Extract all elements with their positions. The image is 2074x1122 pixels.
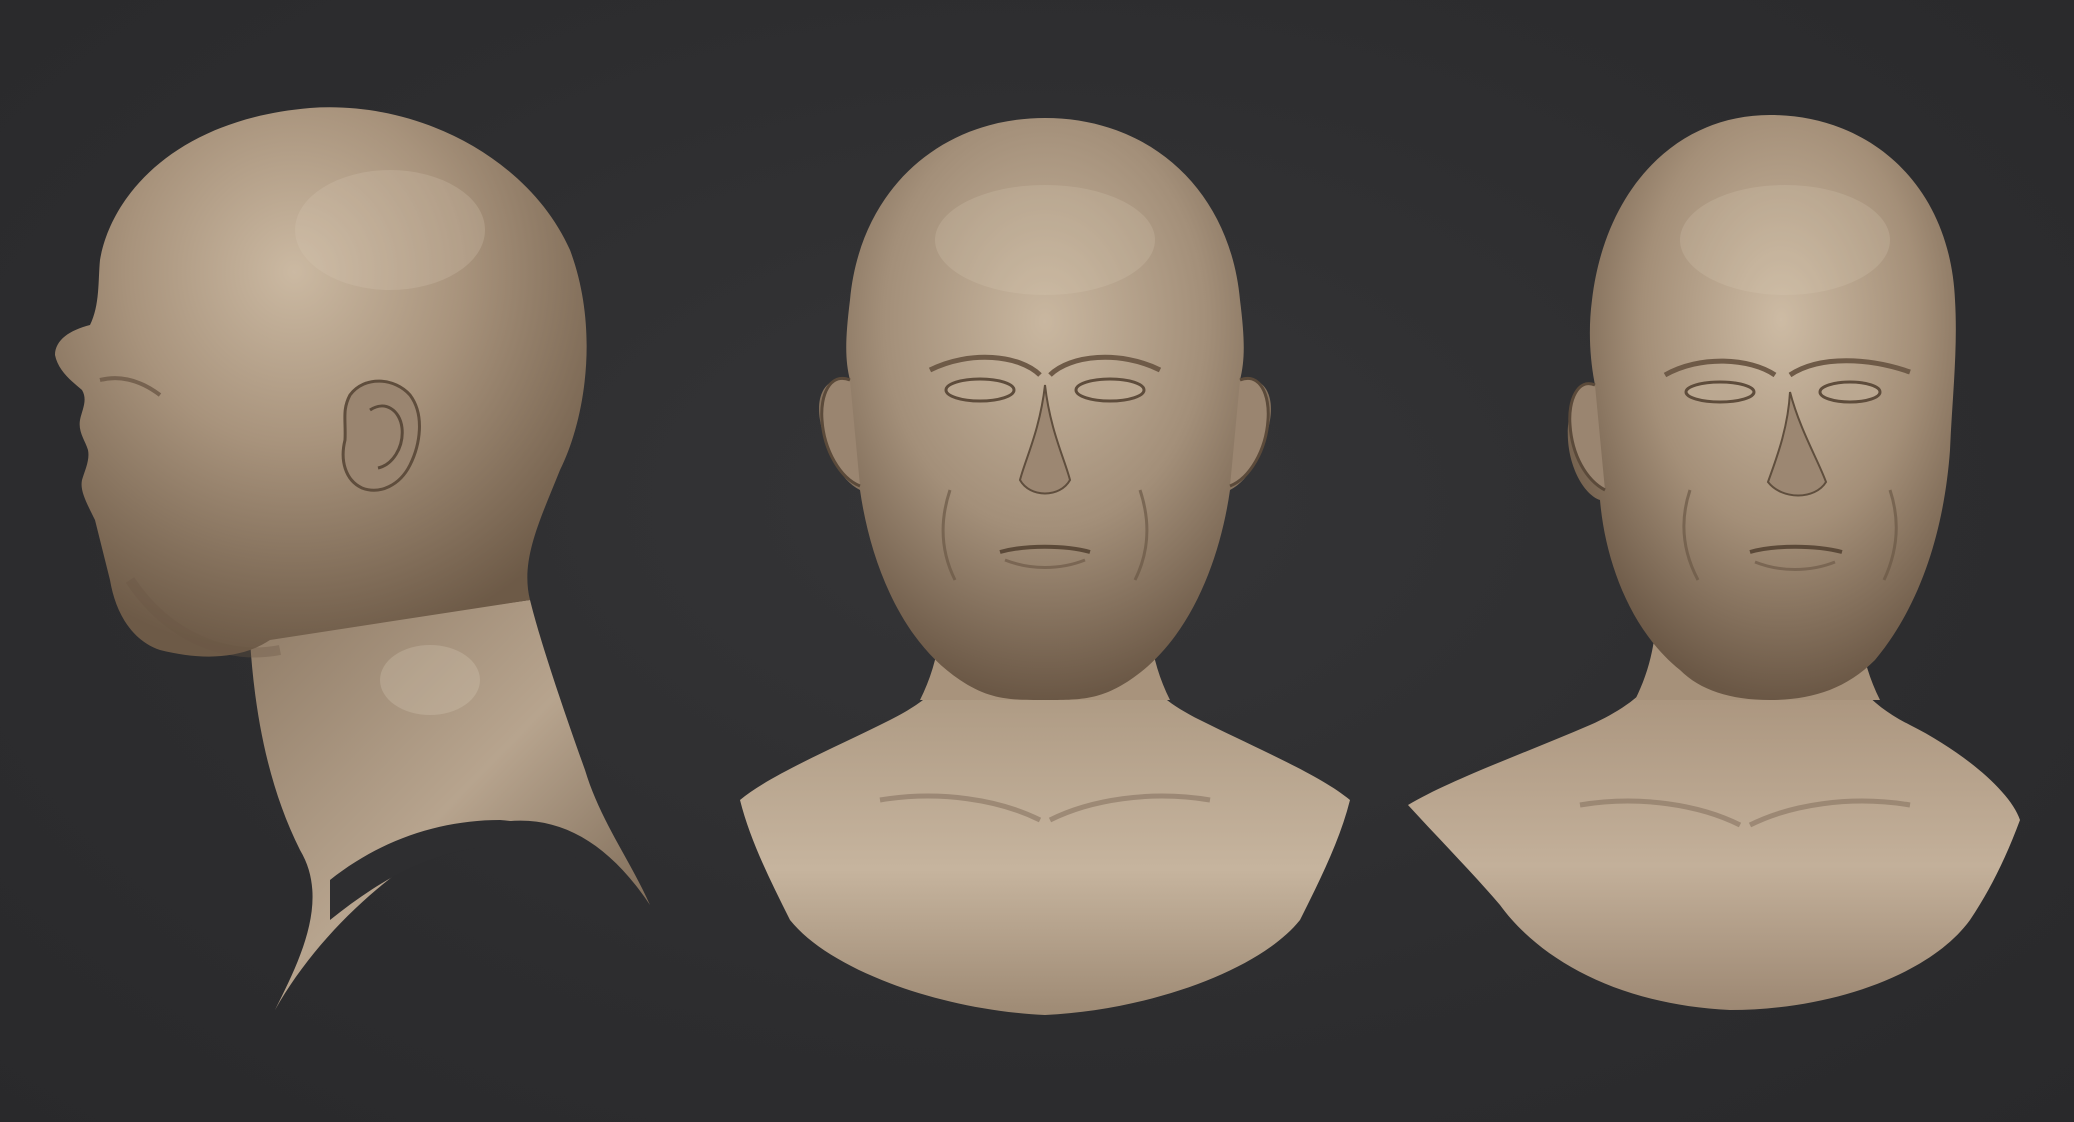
three-quarter-view <box>1390 0 2074 1122</box>
front-chest <box>740 650 1350 1015</box>
side-bust-svg <box>55 107 650 1010</box>
front-view <box>700 0 1390 1122</box>
tq-chest <box>1408 650 2020 1010</box>
three-quarter-bust-svg <box>1408 115 2020 1010</box>
front-bust-svg <box>740 118 1350 1015</box>
sculpt-render-canvas <box>0 0 2074 1122</box>
left-profile-view <box>0 0 700 1122</box>
